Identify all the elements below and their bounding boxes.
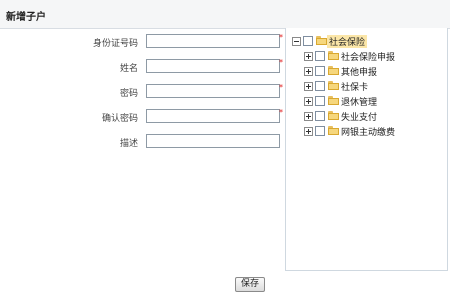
- password-input[interactable]: [146, 84, 280, 98]
- required-marker: *: [279, 58, 283, 67]
- required-marker: *: [279, 108, 283, 117]
- tree-node-online-banking-payment[interactable]: 网银主动缴费: [304, 125, 444, 138]
- tree-checkbox[interactable]: [315, 81, 325, 91]
- tree-node-label: 网银主动缴费: [341, 128, 396, 138]
- required-marker: *: [279, 33, 283, 42]
- tree-node-social-security-card[interactable]: 社保卡: [304, 80, 444, 93]
- confirm-password-input[interactable]: [146, 109, 280, 123]
- description-label: 描述: [119, 139, 138, 149]
- tree-node-other-declaration[interactable]: 其他申报: [304, 65, 444, 78]
- description-input[interactable]: [146, 134, 280, 148]
- expand-icon[interactable]: [304, 97, 313, 106]
- page-title: 新增子户: [6, 12, 46, 23]
- folder-icon: [328, 111, 339, 120]
- collapse-icon[interactable]: [292, 37, 301, 46]
- required-marker: *: [279, 83, 283, 92]
- folder-icon: [328, 66, 339, 75]
- form-row-password: 密码 *: [0, 83, 285, 100]
- folder-icon: [328, 51, 339, 60]
- folder-icon: [328, 96, 339, 105]
- name-label: 姓名: [119, 64, 138, 74]
- folder-icon: [316, 36, 327, 45]
- form-row-id-number: 身份证号码 *: [0, 33, 285, 50]
- tree-node-label: 社会保险申报: [341, 53, 396, 63]
- tree-node-label: 社会保险: [327, 35, 368, 48]
- password-label: 密码: [119, 89, 138, 99]
- id-number-label: 身份证号码: [92, 39, 138, 49]
- tree-node-label: 社保卡: [341, 83, 369, 93]
- expand-icon[interactable]: [304, 112, 313, 121]
- form-row-confirm-password: 确认密码 *: [0, 108, 285, 125]
- tree-node-social-insurance-declaration[interactable]: 社会保险申报: [304, 50, 444, 63]
- tree-checkbox[interactable]: [303, 36, 313, 46]
- expand-icon[interactable]: [304, 67, 313, 76]
- form-row-name: 姓名 *: [0, 58, 285, 75]
- name-input[interactable]: [146, 59, 280, 73]
- permission-tree: 社会保险 社会保险申报 其他申报 社保卡 退休管理 失业支付 网银主动缴费: [285, 28, 448, 271]
- tree-checkbox[interactable]: [315, 51, 325, 61]
- save-button[interactable]: 保存: [235, 277, 265, 292]
- tree-checkbox[interactable]: [315, 126, 325, 136]
- tree-node-label: 失业支付: [341, 113, 378, 123]
- confirm-password-label: 确认密码: [101, 114, 138, 124]
- tree-node-label: 退休管理: [341, 98, 378, 108]
- tree-checkbox[interactable]: [315, 111, 325, 121]
- tree-node-retirement-management[interactable]: 退休管理: [304, 95, 444, 108]
- form-row-description: 描述: [0, 134, 285, 150]
- tree-checkbox[interactable]: [315, 66, 325, 76]
- tree-node-social-insurance[interactable]: 社会保险: [292, 35, 442, 48]
- tree-node-unemployment-payment[interactable]: 失业支付: [304, 110, 444, 123]
- expand-icon[interactable]: [304, 82, 313, 91]
- expand-icon[interactable]: [304, 52, 313, 61]
- folder-icon: [328, 81, 339, 90]
- tree-node-label: 其他申报: [341, 68, 378, 78]
- folder-icon: [328, 126, 339, 135]
- id-number-input[interactable]: [146, 34, 280, 48]
- page-header: 新增子户: [0, 0, 450, 29]
- expand-icon[interactable]: [304, 127, 313, 136]
- tree-checkbox[interactable]: [315, 96, 325, 106]
